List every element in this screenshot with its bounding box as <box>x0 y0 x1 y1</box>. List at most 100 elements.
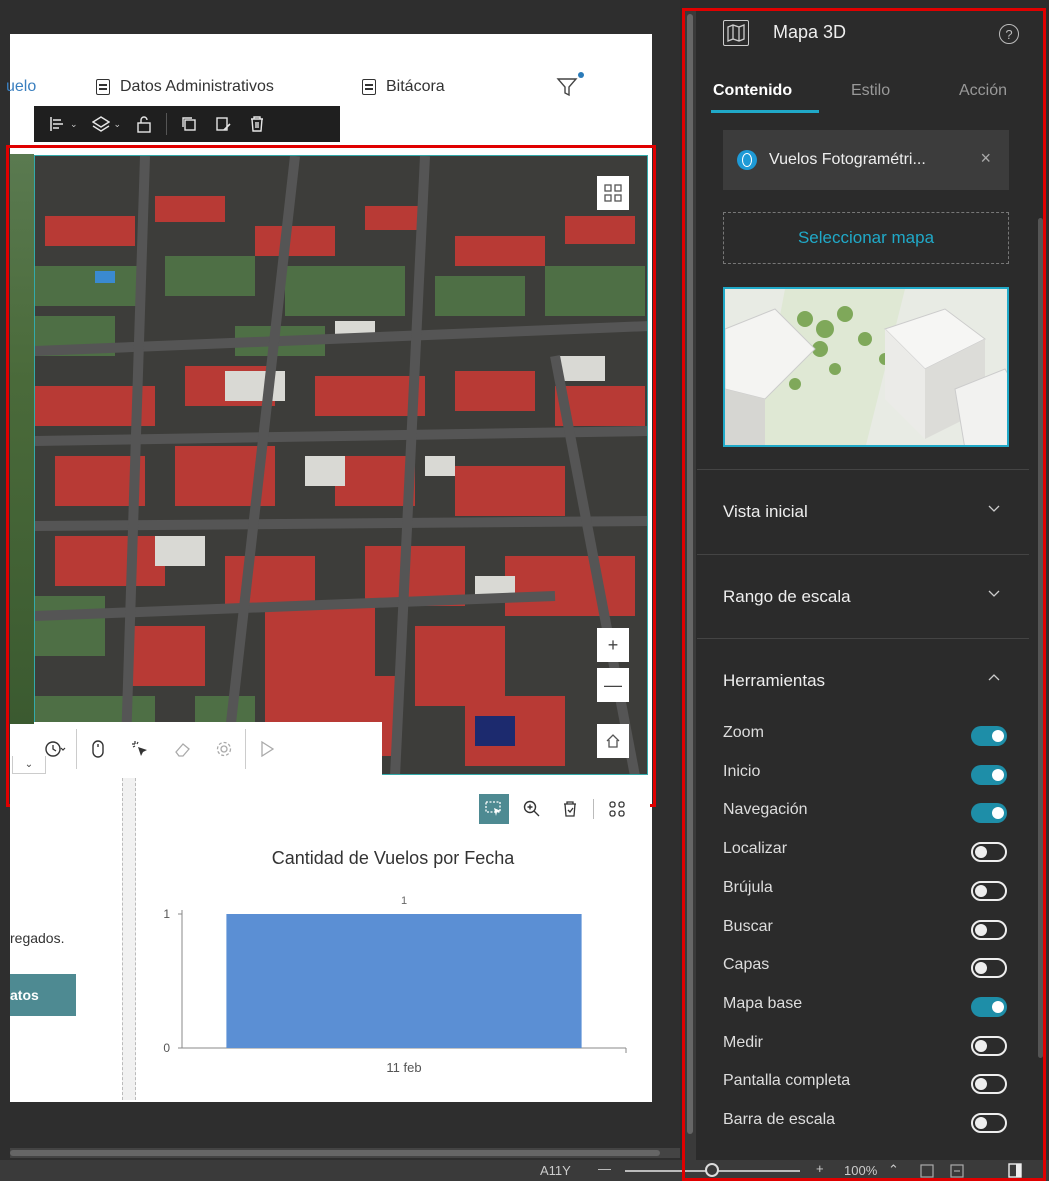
globe-icon <box>737 150 757 170</box>
select-icon[interactable] <box>119 722 161 776</box>
tab-estilo[interactable]: Estilo <box>851 82 890 100</box>
zoom-level[interactable]: 100% <box>844 1163 877 1178</box>
tab-contenido[interactable]: Contenido <box>713 82 792 100</box>
a11y-button[interactable]: A11Y <box>540 1163 571 1178</box>
zoom-slider-handle[interactable] <box>705 1163 719 1177</box>
play-icon[interactable] <box>246 722 288 776</box>
clear-selection-icon[interactable] <box>555 794 585 824</box>
toggle-switch[interactable] <box>971 996 1007 1017</box>
select-map-button[interactable]: Seleccionar mapa <box>723 212 1009 264</box>
tool-row-medir: Medir <box>723 1028 1013 1058</box>
tool-label: Buscar <box>723 917 773 935</box>
actual-size-icon[interactable] <box>950 1164 964 1178</box>
close-icon[interactable]: × <box>980 148 991 169</box>
panel-scrollbar[interactable] <box>1037 118 1045 1158</box>
scrollbar-thumb[interactable] <box>10 1150 660 1156</box>
data-source-label: Vuelos Fotogramétri... <box>769 151 926 168</box>
toggle-switch[interactable] <box>971 1074 1007 1095</box>
horizontal-scrollbar[interactable] <box>10 1148 680 1158</box>
zoom-out-control[interactable]: — <box>598 1161 611 1176</box>
toggle-switch[interactable] <box>971 803 1007 824</box>
section-rango-de-escala[interactable]: Rango de escala <box>697 554 1029 640</box>
vertical-scrollbar[interactable] <box>684 10 696 1160</box>
panel-tabs: Contenido Estilo Acción <box>697 70 1037 114</box>
page-navigation: uelo Datos Administrativos Bitácora <box>6 34 652 106</box>
y-tick-label: 0 <box>163 1041 170 1055</box>
tool-row-navegacion: Navegación <box>723 795 1013 825</box>
help-icon[interactable]: ? <box>999 24 1019 44</box>
nav-item-vuelo[interactable]: uelo <box>6 78 36 96</box>
toggle-switch[interactable] <box>971 1113 1007 1133</box>
scrollbar-thumb[interactable] <box>687 14 693 1134</box>
tool-label: Barra de escala <box>723 1111 836 1128</box>
zoom-in-button[interactable]: + <box>597 628 629 662</box>
mouse-icon[interactable] <box>77 722 119 776</box>
tool-label: Capas <box>723 956 770 974</box>
eraser-icon[interactable] <box>161 722 203 776</box>
zoom-icon[interactable] <box>517 794 547 824</box>
plus-icon: + <box>607 634 619 655</box>
align-icon[interactable] <box>42 110 72 138</box>
chevron-down-icon[interactable] <box>987 585 1001 601</box>
panel-title: Mapa 3D <box>773 22 847 42</box>
bar-chart: 1 0 1 11 feb <box>163 895 627 1075</box>
qr-code-button[interactable] <box>597 176 629 210</box>
panel-toggle-icon[interactable] <box>1008 1163 1022 1178</box>
section-label: Rango de escala <box>723 587 851 606</box>
zoom-out-button[interactable]: — <box>597 668 629 702</box>
tool-row-buscar: Buscar <box>723 912 1013 942</box>
toggle-switch[interactable] <box>971 764 1007 785</box>
grid-icon[interactable] <box>602 794 632 824</box>
minus-icon: — <box>604 674 622 695</box>
adjacent-map-preview <box>10 154 34 724</box>
bar <box>226 914 582 1048</box>
chevron-up-icon[interactable]: ⌃ <box>888 1162 899 1178</box>
text-widget: regados. atos <box>10 778 122 1100</box>
toggle-switch[interactable] <box>971 726 1007 746</box>
selection-icon[interactable] <box>479 794 509 824</box>
chevron-down-icon[interactable]: ⌄ <box>114 119 122 130</box>
nav-item-label: Bitácora <box>386 78 445 95</box>
toggle-switch[interactable] <box>971 919 1007 940</box>
data-label: 1 <box>401 895 407 907</box>
home-button[interactable] <box>597 724 629 758</box>
chart-toolbar <box>479 794 632 824</box>
chevron-down-icon[interactable] <box>987 500 1001 516</box>
nav-item-datos-administrativos[interactable]: Datos Administrativos <box>96 78 274 96</box>
toggle-switch[interactable] <box>971 842 1007 863</box>
collapse-toggle[interactable]: ⌄ <box>12 756 46 774</box>
fit-screen-icon[interactable] <box>920 1164 934 1178</box>
panel-header: Mapa 3D ? <box>697 0 1049 70</box>
unlock-icon[interactable] <box>129 110 159 138</box>
section-herramientas[interactable]: Herramientas <box>697 638 1029 724</box>
copy-icon[interactable] <box>174 110 204 138</box>
section-vista-inicial[interactable]: Vista inicial <box>697 469 1029 555</box>
toggle-switch[interactable] <box>971 1035 1007 1056</box>
y-tick-label: 1 <box>163 907 170 921</box>
tool-label: Navegación <box>723 801 808 819</box>
tool-row-mapa-base: Mapa base <box>723 989 1013 1019</box>
layers-icon[interactable] <box>86 110 116 138</box>
toggle-switch[interactable] <box>971 880 1007 901</box>
toggle-switch[interactable] <box>971 958 1007 979</box>
chevron-down-icon[interactable]: ⌄ <box>70 119 78 130</box>
tool-label: Localizar <box>723 840 788 858</box>
tool-label: Brújula <box>723 878 773 896</box>
data-source-chip[interactable]: Vuelos Fotogramétri... × <box>723 130 1009 190</box>
edit-icon[interactable] <box>208 110 238 138</box>
tab-accion[interactable]: Acción <box>959 82 1007 100</box>
scrollbar-thumb[interactable] <box>1038 218 1043 1058</box>
widget-button[interactable]: atos <box>10 974 76 1016</box>
column-divider <box>122 778 136 1100</box>
tool-row-localizar: Localizar <box>723 834 1013 864</box>
map-thumbnail-image <box>725 289 1007 445</box>
settings-icon[interactable] <box>203 722 245 776</box>
nav-item-bitacora[interactable]: Bitácora <box>362 78 445 96</box>
chevron-up-icon[interactable] <box>987 669 1001 685</box>
map-thumbnail[interactable] <box>723 287 1009 447</box>
filter-icon[interactable] <box>556 76 578 98</box>
zoom-in-control[interactable]: + <box>816 1161 824 1176</box>
document-icon <box>96 79 110 95</box>
delete-icon[interactable] <box>242 110 272 138</box>
map-3d-view[interactable]: + — <box>34 155 648 775</box>
